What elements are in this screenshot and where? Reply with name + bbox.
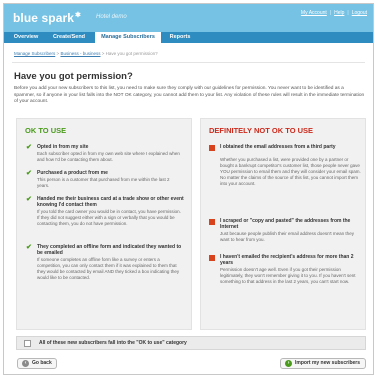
- check-icon: ✔: [26, 244, 32, 251]
- cross-icon: [209, 219, 215, 225]
- my-account-link[interactable]: My Account: [301, 10, 327, 16]
- ok-to-use-panel: OK TO USE ✔ Opted in from my site Each s…: [16, 118, 192, 330]
- breadcrumb-current: Have you got permission?: [105, 51, 158, 56]
- top-links: My Account | Help | Logout: [301, 10, 367, 16]
- help-link[interactable]: Help: [334, 10, 344, 16]
- arrow-left-icon: ‹: [22, 360, 29, 367]
- header-bar: blue spark✱ Hotel demo My Account | Help | L…: [4, 4, 373, 32]
- ok-item-desc: If someone completes an offline form lik…: [37, 257, 180, 280]
- not-ok-panel: DEFINITELY NOT OK TO USE I obtained the …: [200, 118, 366, 330]
- import-subscribers-label: Import my new subscribers: [295, 360, 361, 366]
- logo: blue spark✱: [13, 11, 81, 25]
- cross-icon: [209, 145, 215, 151]
- ok-item-title: They completed an offline form and indic…: [37, 244, 182, 257]
- logout-link[interactable]: Logout: [352, 10, 367, 16]
- arrow-right-icon: ›: [285, 360, 292, 367]
- breadcrumb-separator: >: [56, 51, 60, 56]
- breadcrumb-manage-subscribers[interactable]: Manage Subscribers: [14, 51, 55, 56]
- permission-checkbox-label[interactable]: All of these new subscribers fall into t…: [39, 340, 187, 346]
- permission-confirm-bar: All of these new subscribers fall into t…: [16, 336, 366, 350]
- breadcrumb-list[interactable]: Business - business: [60, 51, 100, 56]
- divider: [12, 62, 365, 63]
- breadcrumb: Manage Subscribers > Business - business…: [14, 51, 158, 56]
- page-title: Have you got permission?: [14, 71, 133, 82]
- not-ok-item-title: I obtained the email addresses from a th…: [220, 144, 336, 150]
- not-ok-item-title: I scraped or "copy and pasted" the addre…: [220, 218, 351, 231]
- check-icon: ✔: [26, 196, 32, 203]
- not-ok-item-title: I haven't emailed the recipient's addres…: [220, 254, 354, 267]
- ok-item-title: Handed me their business card at a trade…: [37, 196, 184, 209]
- org-name: Hotel demo: [96, 14, 127, 20]
- ok-item-desc: If you told the card owner you would be …: [37, 209, 181, 226]
- ok-item-title: Opted in from my site: [37, 144, 89, 150]
- go-back-label: Go back: [32, 360, 52, 366]
- app-window: blue spark✱ Hotel demo My Account | Help | L…: [3, 3, 374, 375]
- go-back-button[interactable]: ‹ Go back: [17, 358, 57, 369]
- ok-item-desc: This person is a customer that purchased…: [37, 177, 170, 188]
- tab-bar: Overview Create/Send Manage Subscribers …: [4, 32, 373, 43]
- link-separator: |: [329, 10, 332, 16]
- intro-text: Before you add your new subscribers to t…: [14, 86, 365, 105]
- import-subscribers-button[interactable]: › Import my new subscribers: [280, 358, 366, 369]
- tab-reports[interactable]: Reports: [164, 32, 196, 43]
- link-separator: |: [347, 10, 349, 16]
- check-icon: ✔: [26, 144, 32, 151]
- not-ok-heading: DEFINITELY NOT OK TO USE: [209, 126, 314, 135]
- not-ok-item-desc: Permission doesn't age well. Even if you…: [220, 267, 356, 284]
- ok-to-use-heading: OK TO USE: [25, 126, 67, 135]
- not-ok-item-desc: Whether you purchased a list, were provi…: [220, 157, 361, 186]
- check-icon: ✔: [26, 170, 32, 177]
- not-ok-item-desc: Just because people publish their email …: [220, 231, 354, 242]
- permission-checkbox[interactable]: [24, 340, 31, 347]
- tab-manage-subscribers[interactable]: Manage Subscribers: [95, 32, 161, 43]
- breadcrumb-separator: >: [101, 51, 105, 56]
- ok-item-desc: Each subscriber opted in from my own web…: [37, 151, 180, 162]
- logo-star-icon: ✱: [75, 12, 81, 19]
- cross-icon: [209, 255, 215, 261]
- tab-overview[interactable]: Overview: [8, 32, 44, 43]
- tab-create-send[interactable]: Create/Send: [46, 32, 92, 43]
- ok-item-title: Purchased a product from me: [37, 170, 108, 176]
